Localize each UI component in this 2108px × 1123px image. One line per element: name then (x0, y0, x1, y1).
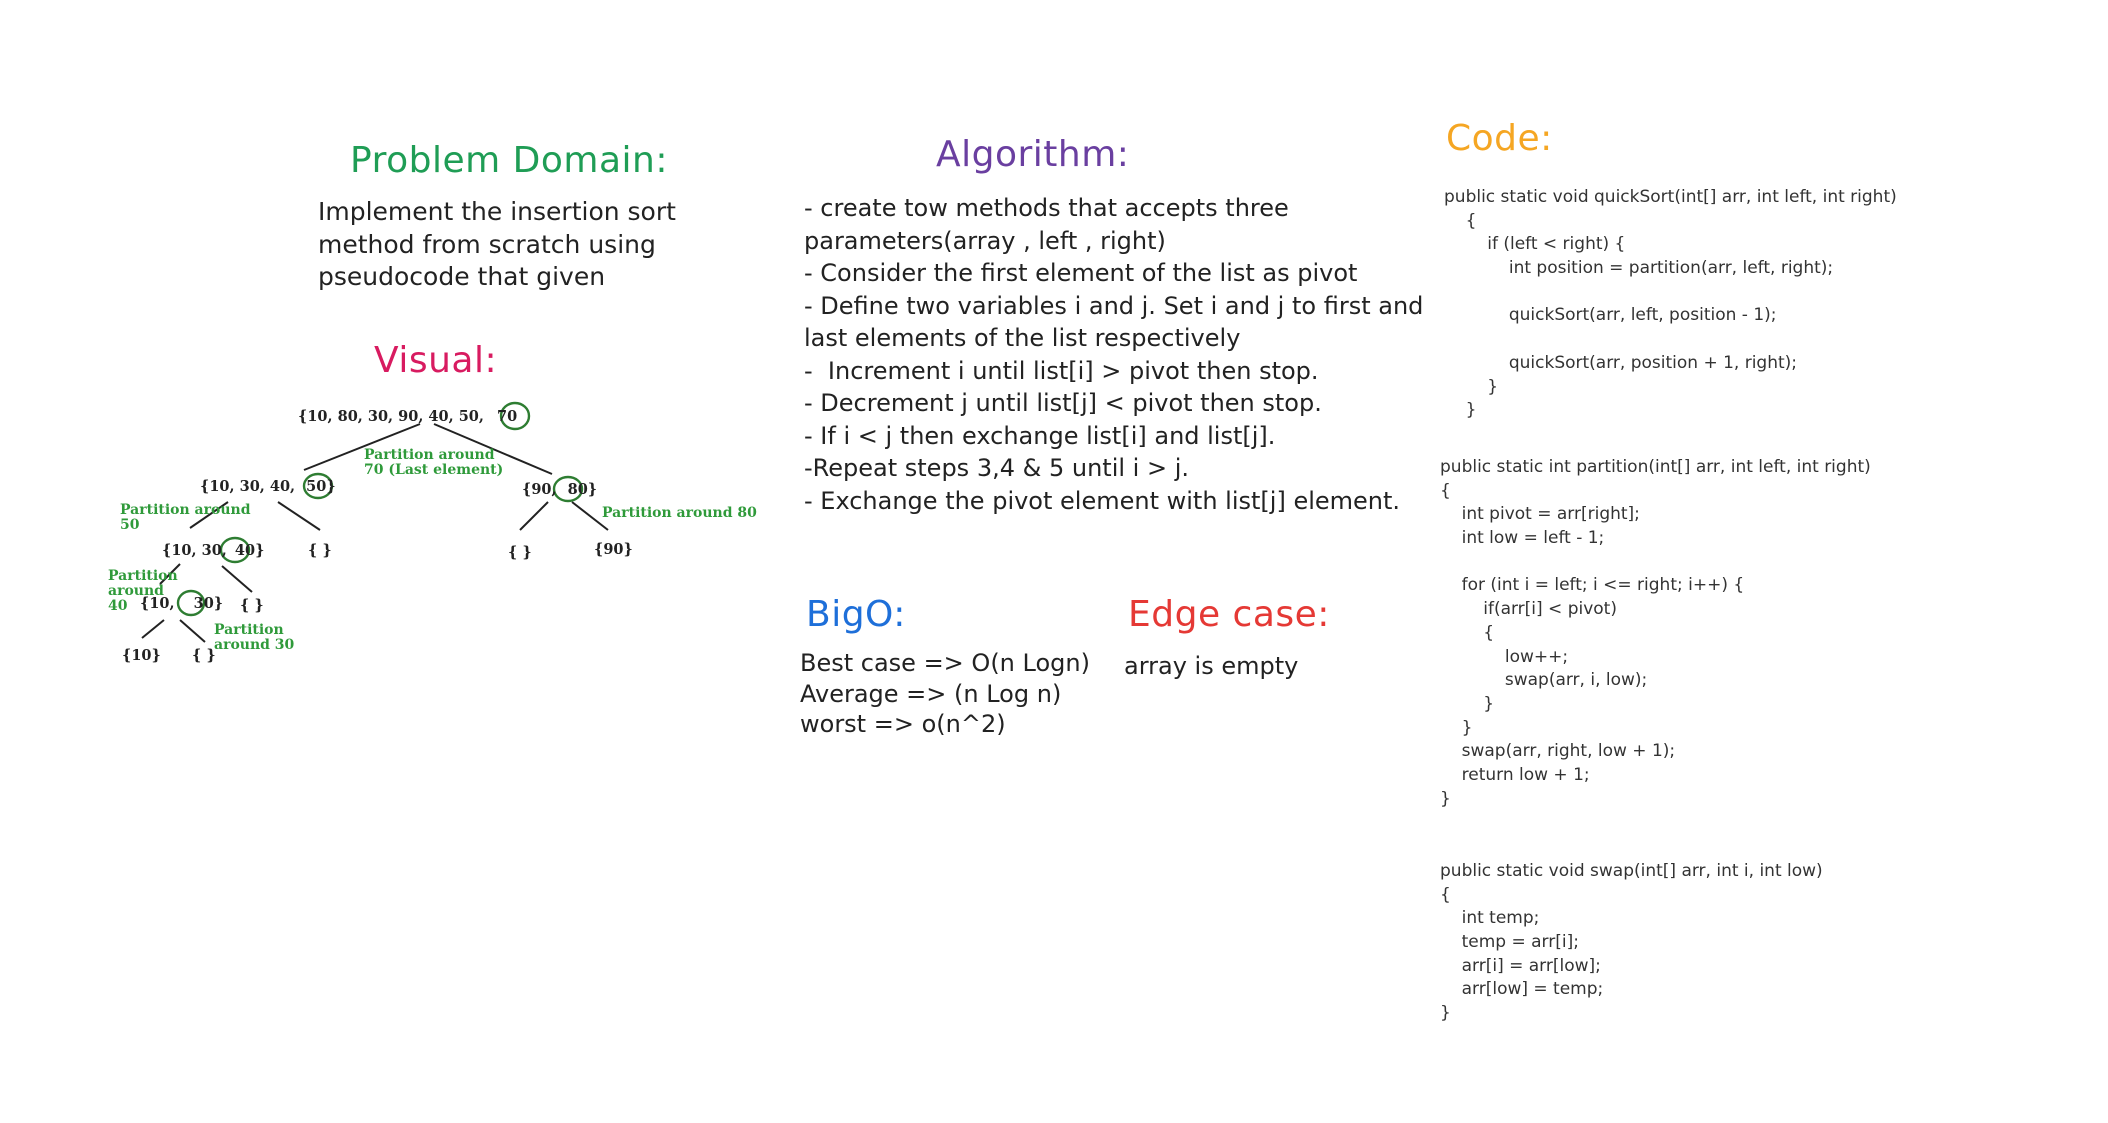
algorithm-line: -Repeat steps 3,4 & 5 until i > j. (804, 454, 1189, 482)
code-line: public static int partition(int[] arr, i… (1440, 457, 1871, 477)
tree-node: { } (508, 544, 532, 561)
code-line: arr[low] = temp; (1440, 979, 1604, 1000)
code-line: swap(arr, i, low); (1440, 670, 1648, 691)
code-line: low++; (1440, 646, 1569, 667)
partition-annotation: Partition around 70 (Last element) (364, 447, 503, 478)
algorithm-line: - Decrement j until list[j] < pivot then… (804, 389, 1322, 417)
algorithm-heading: Algorithm: (936, 134, 1130, 175)
algorithm-line: - Consider the first element of the list… (804, 259, 1358, 287)
code-line: } (1440, 788, 1451, 809)
code-line: arr[i] = arr[low]; (1440, 955, 1601, 976)
code-line: int pivot = arr[right]; (1440, 504, 1640, 525)
tree-node: {90, 80} (522, 481, 597, 498)
tree-edge (519, 501, 549, 531)
algorithm-steps: - create tow methods that accepts three p… (804, 192, 1423, 517)
code-line: { (1444, 210, 1477, 231)
tree-node: {90} (594, 541, 633, 558)
code-line: } (1440, 717, 1473, 738)
edge-case-line: array is empty (1124, 652, 1299, 680)
code-line: } (1444, 376, 1499, 397)
tree-node: {10, 30, 40, 50} (200, 478, 336, 495)
tree-edge (277, 501, 321, 531)
code-line: int low = left - 1; (1440, 528, 1605, 549)
code-line: } (1440, 693, 1495, 714)
edge-case-text: array is empty (1124, 650, 1298, 683)
code-line: swap(arr, right, low + 1); (1440, 741, 1676, 762)
code-swap: public static void swap(int[] arr, int i… (1440, 860, 1823, 1026)
tree-node: {10, 30, 40} (162, 542, 264, 559)
tree-edge (221, 565, 253, 593)
code-line: quickSort(arr, left, position - 1); (1444, 305, 1777, 326)
code-line: } (1444, 400, 1477, 421)
code-line: } (1440, 1003, 1451, 1024)
code-line: if(arr[i] < pivot) (1440, 599, 1617, 620)
partition-annotation: Partition around 80 (602, 505, 757, 521)
partition-annotation: Partition around 50 (120, 502, 255, 533)
code-line: { (1440, 480, 1451, 501)
tree-node: { } (240, 597, 264, 614)
code-line: temp = arr[i]; (1440, 932, 1579, 953)
bigo-line: worst => o(n^2) (800, 710, 1006, 738)
tree-edge (179, 619, 206, 643)
bigo-line: Best case => O(n Logn) (800, 649, 1090, 677)
code-line: public static void swap(int[] arr, int i… (1440, 861, 1823, 881)
algorithm-line: parameters(array , left , right) (804, 226, 1166, 255)
code-quicksort: public static void quickSort(int[] arr, … (1444, 186, 1897, 423)
algorithm-line: - Define two variables i and j. Set i an… (804, 291, 1424, 320)
code-line: quickSort(arr, position + 1, right); (1444, 352, 1798, 373)
code-partition: public static int partition(int[] arr, i… (1440, 456, 1871, 811)
edge-case-heading: Edge case: (1128, 594, 1330, 635)
code-line: { (1440, 884, 1451, 905)
code-line: int temp; (1440, 908, 1540, 929)
partition-annotation: Partition around 30 (214, 622, 295, 653)
quicksort-tree-diagram: {10, 80, 30, 90, 40, 50, 70 {10, 30, 40,… (108, 401, 757, 664)
tree-node: { } (192, 647, 216, 664)
algorithm-line: - Exchange the pivot element with list[j… (804, 486, 1401, 515)
algorithm-line: - Increment i until list[i] > pivot then… (804, 356, 1319, 385)
code-line: if (left < right) { (1444, 234, 1626, 255)
bigo-line: Average => (n Log n) (800, 679, 1062, 708)
code-line: int position = partition(arr, left, righ… (1444, 258, 1834, 279)
tree-node: {10} (122, 647, 161, 664)
code-line: public static void quickSort(int[] arr, … (1444, 187, 1897, 207)
bigo-heading: BigO: (806, 594, 906, 635)
code-line: for (int i = left; i <= right; i++) { (1440, 575, 1745, 596)
code-line: { (1440, 622, 1495, 643)
algorithm-line: - create tow methods that accepts three (804, 194, 1289, 222)
algorithm-line: - If i < j then exchange list[i] and lis… (804, 421, 1276, 450)
tree-node: { } (308, 542, 332, 559)
code-line: return low + 1; (1440, 764, 1590, 785)
tree-edge (141, 619, 165, 639)
algorithm-line: last elements of the list respectively (804, 324, 1241, 352)
code-heading: Code: (1446, 118, 1553, 159)
tree-node: {10, 80, 30, 90, 40, 50, 70 (298, 408, 517, 425)
bigo-text: Best case => O(n Logn) Average => (n Log … (800, 648, 1090, 740)
